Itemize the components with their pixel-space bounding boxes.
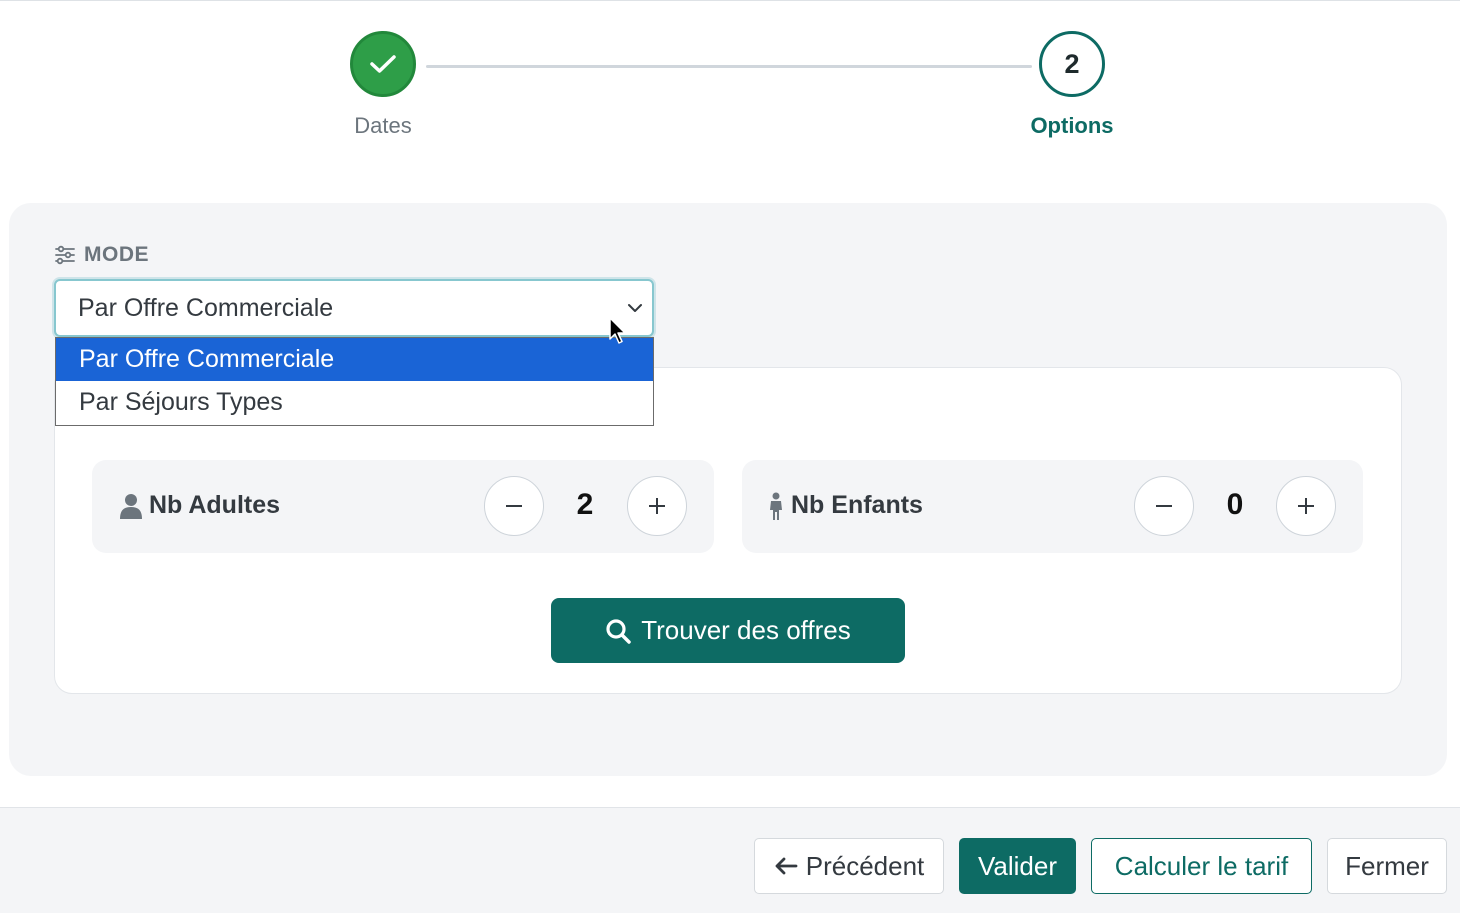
validate-button[interactable]: Valider	[959, 838, 1076, 894]
search-icon	[606, 618, 631, 644]
mode-select-value: Par Offre Commerciale	[78, 293, 334, 322]
children-counter: Nb Enfants 0	[742, 460, 1363, 553]
step-dates-label[interactable]: Dates	[283, 113, 483, 139]
adults-label: Nb Adultes	[119, 491, 280, 520]
children-label: Nb Enfants	[767, 491, 923, 520]
step-options-indicator[interactable]: 2	[1039, 31, 1105, 97]
step-dates-indicator[interactable]	[350, 31, 416, 97]
user-icon	[120, 493, 142, 519]
arrow-left-icon	[775, 857, 798, 875]
mode-option-commercial-offer[interactable]: Par Offre Commerciale	[56, 338, 653, 381]
adults-counter: Nb Adultes 2	[92, 460, 714, 553]
children-count: 0	[1226, 488, 1244, 521]
check-icon	[370, 55, 396, 73]
mode-label: MODE	[54, 243, 149, 267]
adults-decrement-button[interactable]	[484, 476, 544, 536]
adults-increment-button[interactable]	[627, 476, 687, 536]
calculate-rate-button[interactable]: Calculer le tarif	[1091, 838, 1312, 894]
children-increment-button[interactable]	[1276, 476, 1336, 536]
mode-dropdown-list: Par Offre Commerciale Par Séjours Types	[55, 337, 654, 426]
close-button[interactable]: Fermer	[1327, 838, 1447, 894]
minus-icon	[1156, 505, 1172, 507]
step-number: 2	[1064, 48, 1080, 79]
children-decrement-button[interactable]	[1134, 476, 1194, 536]
previous-button[interactable]: Précédent	[754, 838, 944, 894]
step-connector	[426, 65, 1032, 68]
mode-option-typical-stays[interactable]: Par Séjours Types	[56, 381, 653, 424]
plus-icon	[1298, 498, 1314, 514]
child-icon	[770, 492, 782, 520]
minus-icon	[506, 505, 522, 507]
children-label-text: Nb Enfants	[791, 491, 923, 519]
find-offers-button[interactable]: Trouver des offres	[551, 598, 905, 663]
mouse-cursor-icon	[609, 317, 626, 344]
adults-label-text: Nb Adultes	[149, 491, 281, 519]
find-offers-label: Trouver des offres	[641, 615, 851, 645]
chevron-down-icon	[628, 304, 642, 312]
mode-label-text: MODE	[84, 243, 149, 266]
previous-label: Précédent	[805, 850, 925, 881]
plus-icon	[649, 498, 665, 514]
adults-count: 2	[576, 488, 594, 521]
step-options-label[interactable]: Options	[972, 113, 1172, 139]
stepper: Dates 2 Options	[0, 0, 1460, 180]
sliders-icon	[55, 245, 75, 265]
mode-select[interactable]: Par Offre Commerciale	[54, 279, 654, 337]
